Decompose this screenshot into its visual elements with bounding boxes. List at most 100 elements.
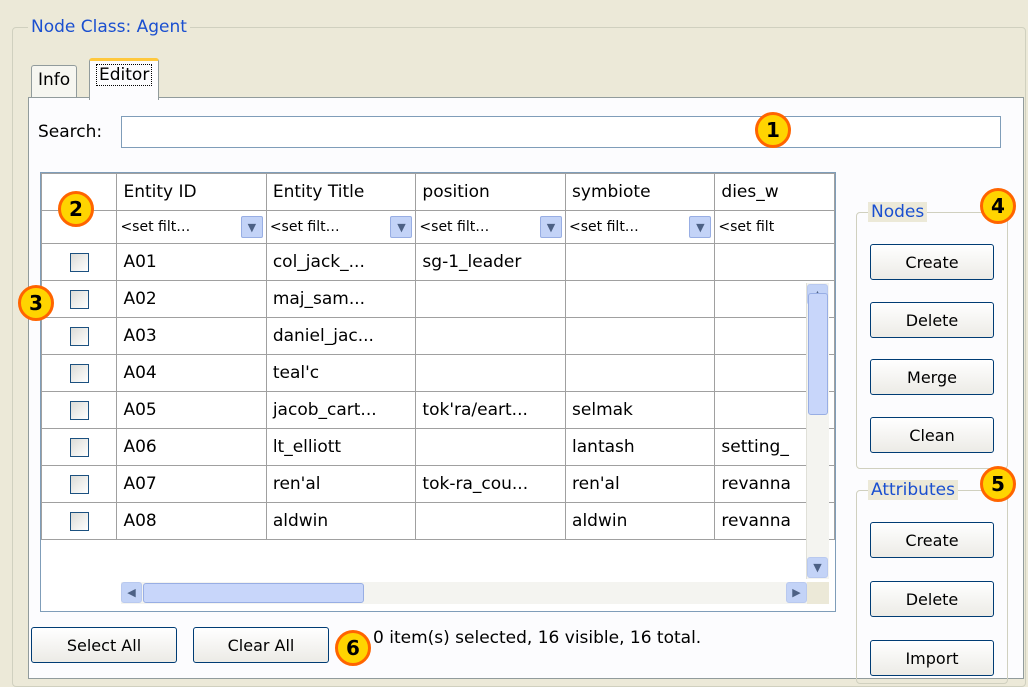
table-cell[interactable]: jacob_cart... xyxy=(265,391,417,429)
table-cell[interactable]: col_jack_... xyxy=(265,243,417,281)
column-header[interactable]: dies_w xyxy=(714,173,835,211)
table-cell[interactable] xyxy=(415,317,567,355)
table-cell[interactable] xyxy=(415,354,567,392)
table-cell[interactable]: ren'al xyxy=(265,465,417,503)
table-cell[interactable]: teal'c xyxy=(265,354,417,392)
node-class-title: Node Class: Agent xyxy=(28,17,190,37)
column-filter[interactable]: <set filt… ▼ xyxy=(565,210,716,244)
arrow-right-icon[interactable]: ▶ xyxy=(786,582,807,603)
table-cell[interactable]: sg-1_leader xyxy=(415,243,567,281)
create-attribute-button[interactable]: Create xyxy=(870,522,994,558)
row-select-cell[interactable] xyxy=(41,465,118,503)
column-filter[interactable]: <set filt… ▼ xyxy=(265,210,417,244)
chevron-down-icon[interactable]: ▼ xyxy=(540,216,563,238)
clear-all-button[interactable]: Clear All xyxy=(193,627,329,663)
delete-attribute-button[interactable]: Delete xyxy=(870,581,994,617)
search-label: Search: xyxy=(38,122,103,142)
tab-editor-label: Editor xyxy=(96,64,153,86)
table-cell[interactable] xyxy=(415,502,567,540)
row-select-cell[interactable] xyxy=(41,502,118,540)
merge-node-button[interactable]: Merge xyxy=(870,359,994,395)
entity-grid: Entity ID Entity Title position symbiote… xyxy=(40,172,836,612)
table-cell[interactable]: maj_sam... xyxy=(265,280,417,318)
column-header[interactable]: position xyxy=(415,173,567,211)
vertical-scroll-thumb[interactable] xyxy=(808,293,828,415)
chevron-down-icon[interactable]: ▼ xyxy=(390,216,413,238)
table-cell[interactable]: A05 xyxy=(116,391,267,429)
table-cell[interactable]: A04 xyxy=(116,354,267,392)
callout-marker-5: 5 xyxy=(980,466,1016,502)
table-row[interactable]: A06 lt_elliott lantash setting_ xyxy=(41,428,835,466)
tab-editor[interactable]: Editor xyxy=(89,58,160,100)
table-cell[interactable]: A01 xyxy=(116,243,267,281)
table-cell[interactable]: aldwin xyxy=(265,502,417,540)
table-cell[interactable] xyxy=(565,317,716,355)
callout-marker-4: 4 xyxy=(980,188,1016,224)
tab-info[interactable]: Info xyxy=(31,65,78,98)
table-cell[interactable]: A03 xyxy=(116,317,267,355)
chevron-down-icon[interactable]: ▼ xyxy=(240,216,263,238)
row-select-cell[interactable] xyxy=(41,391,118,429)
row-select-cell[interactable] xyxy=(41,428,118,466)
row-select-cell[interactable] xyxy=(41,317,118,355)
table-cell[interactable] xyxy=(565,280,716,318)
column-header[interactable]: symbiote xyxy=(565,173,716,211)
row-checkbox[interactable] xyxy=(69,511,89,531)
table-cell[interactable]: tok-ra_cou... xyxy=(415,465,567,503)
table-row[interactable]: A05 jacob_cart... tok'ra/eart... selmak xyxy=(41,391,835,429)
table-cell[interactable]: tok'ra/eart... xyxy=(415,391,567,429)
row-checkbox[interactable] xyxy=(69,474,89,494)
table-row[interactable]: A08 aldwin aldwin revanna xyxy=(41,502,835,540)
column-filter-text: <set filt… xyxy=(120,219,191,235)
row-select-cell[interactable] xyxy=(41,354,118,392)
table-cell[interactable] xyxy=(565,243,716,281)
table-cell[interactable] xyxy=(415,428,567,466)
table-cell[interactable]: lt_elliott xyxy=(265,428,417,466)
select-all-button[interactable]: Select All xyxy=(31,627,177,663)
import-attribute-button[interactable]: Import xyxy=(870,640,994,676)
chevron-down-icon[interactable]: ▼ xyxy=(689,216,712,238)
horizontal-scroll-thumb[interactable] xyxy=(143,583,364,603)
row-checkbox[interactable] xyxy=(69,363,89,383)
table-cell[interactable] xyxy=(714,243,835,281)
arrow-left-icon[interactable]: ◀ xyxy=(121,582,142,603)
row-checkbox[interactable] xyxy=(69,326,89,346)
table-cell[interactable]: A02 xyxy=(116,280,267,318)
table-cell[interactable]: A06 xyxy=(116,428,267,466)
table-cell[interactable]: lantash xyxy=(565,428,716,466)
search-input[interactable] xyxy=(121,116,1001,148)
create-node-button[interactable]: Create xyxy=(870,244,994,280)
filter-row: <set filt… ▼ <set filt… ▼ <set filt… ▼ <set… xyxy=(41,210,835,244)
table-cell[interactable]: A07 xyxy=(116,465,267,503)
table-cell[interactable]: daniel_jac... xyxy=(265,317,417,355)
column-filter[interactable]: <set filt xyxy=(714,210,835,244)
column-header[interactable]: Entity ID xyxy=(116,173,267,211)
column-filter[interactable]: <set filt… ▼ xyxy=(415,210,567,244)
row-checkbox[interactable] xyxy=(69,289,89,309)
column-filter-text: <set filt… xyxy=(269,219,340,235)
table-row[interactable]: A03 daniel_jac... xyxy=(41,317,835,355)
table-row[interactable]: A04 teal'c xyxy=(41,354,835,392)
clean-node-button[interactable]: Clean xyxy=(870,417,994,453)
table-row[interactable]: A01 col_jack_... sg-1_leader xyxy=(41,243,835,281)
row-checkbox[interactable] xyxy=(69,437,89,457)
table-cell[interactable] xyxy=(565,354,716,392)
callout-marker-3: 3 xyxy=(18,285,54,321)
column-header[interactable]: Entity Title xyxy=(265,173,417,211)
row-select-cell[interactable] xyxy=(41,243,118,281)
row-checkbox[interactable] xyxy=(69,400,89,420)
table-row[interactable]: A02 maj_sam... xyxy=(41,280,835,318)
table-cell[interactable]: aldwin xyxy=(565,502,716,540)
table-cell[interactable] xyxy=(415,280,567,318)
arrow-down-icon[interactable]: ▼ xyxy=(807,557,828,578)
delete-node-button[interactable]: Delete xyxy=(870,302,994,338)
table-row[interactable]: A07 ren'al tok-ra_cou... ren'al revanna xyxy=(41,465,835,503)
column-filter[interactable]: <set filt… ▼ xyxy=(116,210,267,244)
column-filter-text: <set filt xyxy=(718,219,775,235)
header-row: Entity ID Entity Title position symbiote… xyxy=(41,173,835,211)
table-cell[interactable]: A08 xyxy=(116,502,267,540)
attributes-title: Attributes xyxy=(868,480,958,500)
row-checkbox[interactable] xyxy=(69,252,89,272)
table-cell[interactable]: ren'al xyxy=(565,465,716,503)
table-cell[interactable]: selmak xyxy=(565,391,716,429)
